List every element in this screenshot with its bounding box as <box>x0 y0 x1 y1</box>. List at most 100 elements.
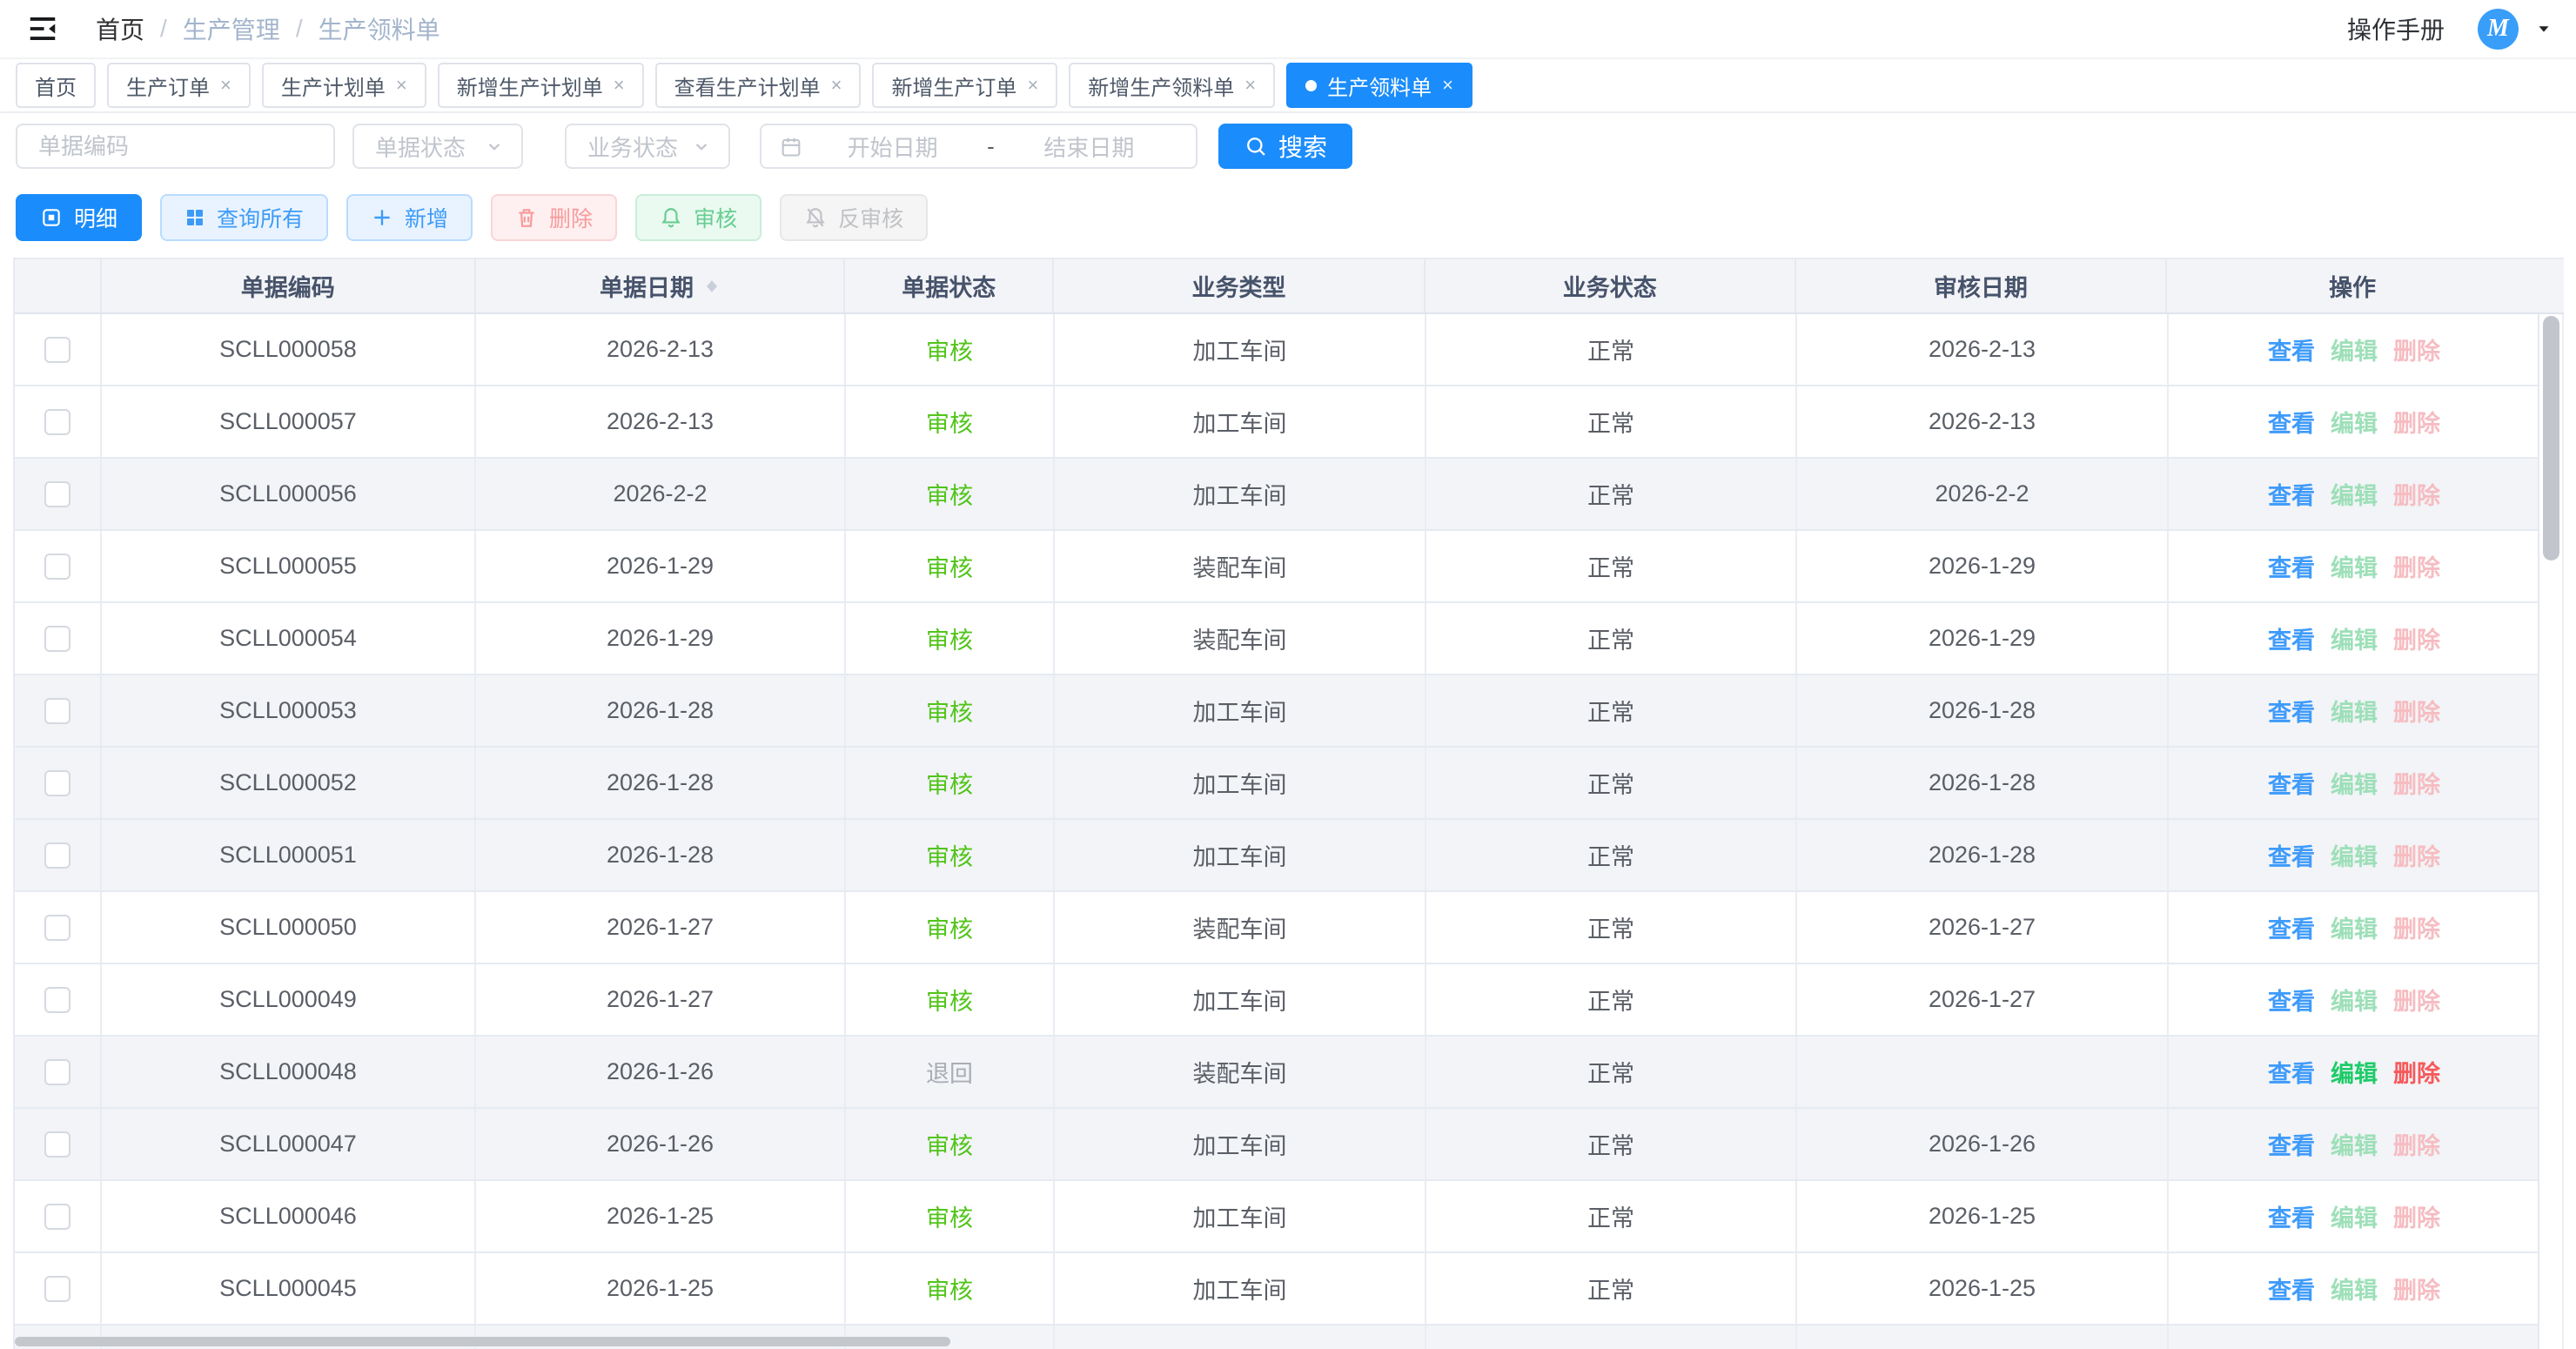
view-link[interactable]: 查看 <box>2268 1055 2315 1089</box>
toolbar-button-3[interactable]: 删除 <box>491 194 617 241</box>
tab-3[interactable]: 新增生产计划单× <box>438 63 644 108</box>
edit-link[interactable]: 编辑 <box>2331 983 2378 1017</box>
row-checkbox[interactable] <box>44 698 70 724</box>
start-date-input[interactable]: 开始日期 <box>803 131 982 163</box>
row-checkbox[interactable] <box>44 554 70 580</box>
tab-close-icon[interactable]: × <box>1442 76 1453 95</box>
edit-link[interactable]: 编辑 <box>2331 910 2378 944</box>
edit-link[interactable]: 编辑 <box>2331 1055 2378 1089</box>
edit-link[interactable]: 编辑 <box>2331 1199 2378 1233</box>
view-link[interactable]: 查看 <box>2268 477 2315 511</box>
view-link[interactable]: 查看 <box>2268 549 2315 583</box>
row-checkbox[interactable] <box>44 842 70 869</box>
view-link[interactable]: 查看 <box>2268 621 2315 655</box>
toolbar-button-1[interactable]: 查询所有 <box>160 194 328 241</box>
vertical-scrollbar-thumb[interactable] <box>2543 316 2559 560</box>
delete-link[interactable]: 删除 <box>2393 621 2440 655</box>
sort-icon[interactable] <box>704 278 720 295</box>
column-header-5: 业务状态 <box>1426 259 1796 312</box>
delete-link[interactable]: 删除 <box>2393 477 2440 511</box>
breadcrumb-home[interactable]: 首页 <box>96 11 144 46</box>
tab-close-icon[interactable]: × <box>1027 76 1038 95</box>
row-checkbox[interactable] <box>44 1204 70 1230</box>
tab-close-icon[interactable]: × <box>1244 76 1256 95</box>
edit-link[interactable]: 编辑 <box>2331 477 2378 511</box>
delete-link[interactable]: 删除 <box>2393 1272 2440 1305</box>
tab-close-icon[interactable]: × <box>614 76 625 95</box>
view-link[interactable]: 查看 <box>2268 838 2315 872</box>
row-checkbox[interactable] <box>44 1059 70 1085</box>
caret-down-icon[interactable] <box>2534 19 2553 38</box>
tab-close-icon[interactable]: × <box>831 76 842 95</box>
search-button[interactable]: 搜索 <box>1218 124 1352 169</box>
doc-status-select[interactable]: 单据状态 <box>352 124 523 169</box>
edit-link[interactable]: 编辑 <box>2331 694 2378 728</box>
user-avatar[interactable]: M <box>2478 9 2519 50</box>
delete-link[interactable]: 删除 <box>2393 838 2440 872</box>
tab-close-icon[interactable]: × <box>220 76 231 95</box>
view-link[interactable]: 查看 <box>2268 983 2315 1017</box>
tab-close-icon[interactable]: × <box>396 76 407 95</box>
tab-2[interactable]: 生产计划单× <box>262 63 426 108</box>
column-header-2[interactable]: 单据日期 <box>476 259 846 312</box>
view-link[interactable]: 查看 <box>2268 766 2315 800</box>
operation-manual-link[interactable]: 操作手册 <box>2347 11 2445 46</box>
toolbar-button-5[interactable]: 反审核 <box>780 194 928 241</box>
row-checkbox[interactable] <box>44 915 70 941</box>
row-checkbox[interactable] <box>44 337 70 363</box>
delete-link[interactable]: 删除 <box>2393 766 2440 800</box>
toolbar-button-2[interactable]: 新增 <box>346 194 473 241</box>
toolbar-button-0[interactable]: 明细 <box>16 194 142 241</box>
row-checkbox[interactable] <box>44 409 70 435</box>
view-link[interactable]: 查看 <box>2268 332 2315 366</box>
view-link[interactable]: 查看 <box>2268 910 2315 944</box>
delete-link[interactable]: 删除 <box>2393 910 2440 944</box>
tab-6[interactable]: 新增生产领料单× <box>1069 63 1275 108</box>
row-checkbox[interactable] <box>44 481 70 507</box>
row-select-cell <box>15 748 102 818</box>
delete-link[interactable]: 删除 <box>2393 694 2440 728</box>
date-range-picker[interactable]: 开始日期 - 结束日期 <box>760 124 1197 169</box>
tab-active-7[interactable]: 生产领料单× <box>1286 63 1472 108</box>
edit-link[interactable]: 编辑 <box>2331 1272 2378 1305</box>
delete-link[interactable]: 删除 <box>2393 1127 2440 1161</box>
horizontal-scrollbar-thumb[interactable] <box>15 1337 950 1346</box>
row-checkbox[interactable] <box>44 1276 70 1302</box>
view-link[interactable]: 查看 <box>2268 405 2315 439</box>
edit-link[interactable]: 编辑 <box>2331 766 2378 800</box>
tab-5[interactable]: 新增生产订单× <box>872 63 1057 108</box>
edit-link[interactable]: 编辑 <box>2331 405 2378 439</box>
edit-link[interactable]: 编辑 <box>2331 838 2378 872</box>
row-checkbox[interactable] <box>44 1131 70 1158</box>
row-checkbox[interactable] <box>44 770 70 796</box>
column-header-label: 单据状态 <box>902 269 996 303</box>
tab-0[interactable]: 首页 <box>16 63 96 108</box>
vertical-scrollbar-track[interactable] <box>2538 314 2564 1349</box>
end-date-input[interactable]: 结束日期 <box>1000 131 1178 163</box>
menu-fold-icon[interactable] <box>23 9 63 49</box>
delete-link[interactable]: 删除 <box>2393 1199 2440 1233</box>
delete-link[interactable]: 删除 <box>2393 405 2440 439</box>
tab-1[interactable]: 生产订单× <box>107 63 251 108</box>
edit-link[interactable]: 编辑 <box>2331 332 2378 366</box>
edit-link[interactable]: 编辑 <box>2331 621 2378 655</box>
toolbar-button-4[interactable]: 审核 <box>635 194 761 241</box>
view-link[interactable]: 查看 <box>2268 1127 2315 1161</box>
view-link[interactable]: 查看 <box>2268 1272 2315 1305</box>
row-checkbox[interactable] <box>44 626 70 652</box>
view-link[interactable]: 查看 <box>2268 694 2315 728</box>
view-link[interactable]: 查看 <box>2268 1199 2315 1233</box>
edit-link[interactable]: 编辑 <box>2331 549 2378 583</box>
tab-4[interactable]: 查看生产计划单× <box>655 63 862 108</box>
delete-link[interactable]: 删除 <box>2393 549 2440 583</box>
delete-link[interactable]: 删除 <box>2393 1055 2440 1089</box>
delete-link[interactable]: 删除 <box>2393 332 2440 366</box>
row-checkbox[interactable] <box>44 987 70 1013</box>
delete-link[interactable]: 删除 <box>2393 983 2440 1017</box>
cell-biz-type: 加工车间 <box>1055 1253 1426 1324</box>
breadcrumb-production-management[interactable]: 生产管理 <box>183 11 280 46</box>
cell-audit-date: 2026-2-13 <box>1797 386 2169 457</box>
doc-code-input[interactable] <box>38 133 312 160</box>
edit-link[interactable]: 编辑 <box>2331 1127 2378 1161</box>
biz-status-select[interactable]: 业务状态 <box>565 124 730 169</box>
